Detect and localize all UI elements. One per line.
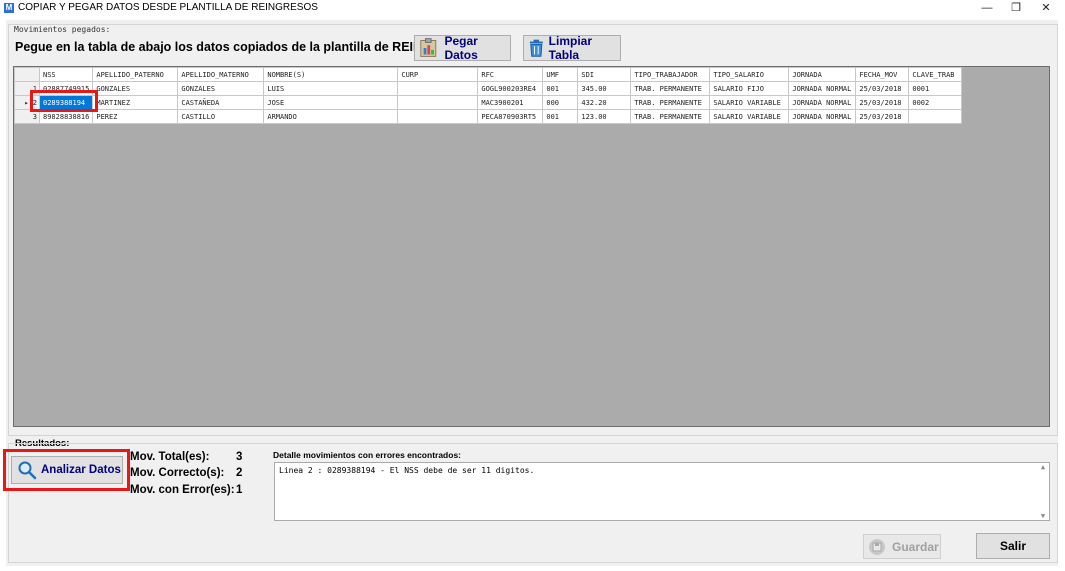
analyze-data-label: Analizar Datos [41,464,121,476]
app-icon: M [4,3,14,13]
column-header[interactable]: NOMBRE(S) [263,67,399,82]
analyze-data-button[interactable]: Analizar Datos [11,456,123,484]
error-detail-textbox[interactable]: Linea 2 : 0289388194 - El NSS debe de se… [274,462,1050,521]
column-header[interactable]: APELLIDO_PATERNO [92,67,179,82]
column-header[interactable]: JORNADA [788,67,857,82]
clipboard-chart-icon [420,38,437,57]
cell-nombre[interactable]: ARMANDO [263,109,399,124]
cell-curp[interactable] [397,95,479,110]
cell-apellido-materno[interactable]: CASTAÑEDA [177,95,265,110]
cell-fecha-mov[interactable]: 25/03/2018 [855,81,910,96]
close-button[interactable]: ✕ [1031,0,1061,16]
cell-jornada[interactable]: JORNADA NORMAL [788,95,857,110]
nss-highlight-box [30,90,98,112]
cell-tipo-salario[interactable]: SALARIO VARIABLE [709,109,790,124]
cell-umf[interactable]: 001 [542,81,579,96]
trash-icon [529,39,543,57]
exit-button[interactable]: Salir [976,533,1050,559]
minimize-button[interactable]: — [972,0,1002,16]
cell-rfc[interactable]: MAC3900201 [477,95,544,110]
column-header[interactable]: CURP [397,67,479,82]
paste-data-button[interactable]: Pegar Datos [414,34,511,62]
row-header-corner [14,67,40,82]
table-row[interactable]: 1 02887749915 GONZALES GONZALES LUIS GOG… [14,81,963,96]
cell-fecha-mov[interactable]: 25/03/2018 [855,95,910,110]
cell-tipo-trabajador[interactable]: TRAB. PERMANENTE [630,81,711,96]
cell-umf[interactable]: 001 [542,109,579,124]
cell-rfc[interactable]: PECA870903RT5 [477,109,544,124]
cell-curp[interactable] [397,109,479,124]
cell-clave-trab[interactable] [908,109,963,124]
cell-umf[interactable]: 000 [542,95,579,110]
column-header[interactable]: APELLIDO_MATERNO [177,67,265,82]
cell-fecha-mov[interactable]: 25/03/2018 [855,109,910,124]
cell-tipo-trabajador[interactable]: TRAB. PERMANENTE [630,95,711,110]
cell-clave-trab[interactable]: 0001 [908,81,963,96]
cell-sdi[interactable]: 345.00 [577,81,632,96]
cell-tipo-trabajador[interactable]: TRAB. PERMANENTE [630,109,711,124]
total-value: 3 [236,451,243,463]
table-row[interactable]: 3 89828838816 PEREZ CASTILLO ARMANDO PEC… [14,109,963,124]
cell-nombre[interactable]: JOSE [263,95,399,110]
pasted-group-label: Movimientos pegados: [12,25,113,34]
disk-icon [869,538,885,555]
magnifier-icon [18,461,37,480]
total-label: Mov. Total(es): [130,451,210,463]
cell-apellido-paterno[interactable]: GONZALES [92,81,179,96]
correct-label: Mov. Correcto(s): [130,467,225,479]
save-label: Guardar [892,539,939,554]
clear-table-button[interactable]: Limpiar Tabla [523,34,621,62]
cell-apellido-materno[interactable]: GONZALES [177,81,265,96]
detail-scrollbar[interactable]: ▲ ▼ [1037,463,1049,520]
data-grid[interactable]: NSS APELLIDO_PATERNO APELLIDO_MATERNO NO… [13,66,1050,427]
column-header[interactable]: RFC [477,67,544,82]
column-header[interactable]: UMF [542,67,579,82]
cell-tipo-salario[interactable]: SALARIO VARIABLE [709,95,790,110]
cell-jornada[interactable]: JORNADA NORMAL [788,109,857,124]
cell-apellido-materno[interactable]: CASTILLO [177,109,265,124]
cell-tipo-salario[interactable]: SALARIO FIJO [709,81,790,96]
paste-data-label: Pegar Datos [444,34,478,62]
cell-apellido-paterno[interactable]: PEREZ [92,109,179,124]
column-header[interactable]: TIPO_SALARIO [709,67,790,82]
cell-curp[interactable] [397,81,479,96]
cell-sdi[interactable]: 123.00 [577,109,632,124]
cell-apellido-paterno[interactable]: MARTINEZ [92,95,179,110]
instruction-text: Pegue en la tabla de abajo los datos cop… [15,40,480,54]
cell-sdi[interactable]: 432.20 [577,95,632,110]
column-header[interactable]: FECHA_MOV [855,67,910,82]
cell-nombre[interactable]: LUIS [263,81,399,96]
scroll-up-icon[interactable]: ▲ [1037,463,1049,471]
column-header[interactable]: SDI [577,67,632,82]
error-value: 1 [236,484,243,496]
column-header[interactable]: CLAVE_TRAB [908,67,963,82]
cell-jornada[interactable]: JORNADA NORMAL [788,81,857,96]
table-header-row: NSS APELLIDO_PATERNO APELLIDO_MATERNO NO… [14,67,963,82]
clear-table-label: Limpiar Tabla [548,34,592,62]
column-header[interactable]: TIPO_TRABAJADOR [630,67,711,82]
cell-clave-trab[interactable]: 0002 [908,95,963,110]
error-detail-text: Linea 2 : 0289388194 - El NSS debe de se… [279,466,535,475]
title-bar: M COPIAR Y PEGAR DATOS DESDE PLANTILLA D… [0,0,1065,16]
restore-button[interactable]: ❐ [1001,0,1031,16]
current-row-marker: ▸ [24,98,29,107]
exit-label: Salir [999,539,1026,553]
correct-value: 2 [236,467,243,479]
error-detail-label: Detalle movimientos con errores encontra… [273,450,461,460]
table-row[interactable]: ▸ 2 0289388194 MARTINEZ CASTAÑEDA JOSE M… [14,95,963,110]
window-title: COPIAR Y PEGAR DATOS DESDE PLANTILLA DE … [18,2,318,13]
movements-table: NSS APELLIDO_PATERNO APELLIDO_MATERNO NO… [14,67,963,124]
save-button[interactable]: Guardar [863,534,941,559]
error-label: Mov. con Error(es): [130,484,235,496]
cell-rfc[interactable]: GOGL900203RE4 [477,81,544,96]
scroll-down-icon[interactable]: ▼ [1037,512,1049,520]
column-header[interactable]: NSS [38,67,94,82]
